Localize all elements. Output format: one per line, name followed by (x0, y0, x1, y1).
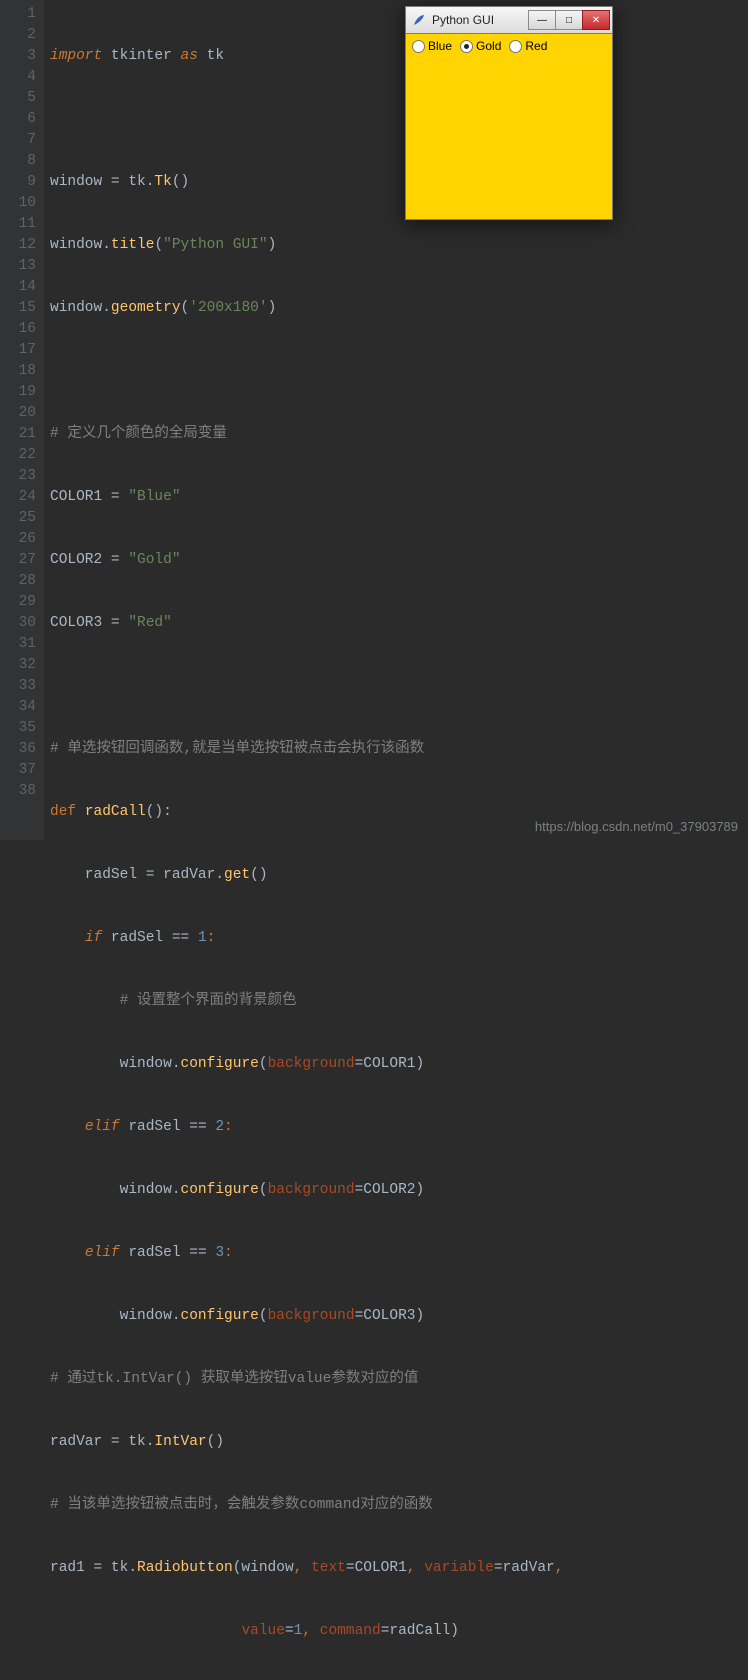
close-button[interactable]: ✕ (582, 10, 610, 30)
radio-indicator-icon (412, 40, 425, 53)
minimize-button[interactable]: — (528, 10, 556, 30)
code-area[interactable]: import tkinter as tk window = tk.Tk() wi… (44, 0, 748, 840)
radio-label: Red (525, 39, 547, 53)
radio-red[interactable]: Red (507, 38, 551, 54)
radio-label: Blue (428, 39, 452, 53)
keyword: import (50, 48, 102, 64)
code-editor[interactable]: 1234567891011121314151617181920212223242… (0, 0, 748, 840)
tk-window[interactable]: Python GUI — □ ✕ Blue Gold Red (405, 6, 613, 220)
titlebar[interactable]: Python GUI — □ ✕ (405, 6, 613, 34)
line-number-gutter: 1234567891011121314151617181920212223242… (0, 0, 44, 840)
radio-indicator-icon (509, 40, 522, 53)
tk-feather-icon (412, 13, 426, 27)
radio-label: Gold (476, 39, 501, 53)
maximize-button[interactable]: □ (555, 10, 583, 30)
radio-indicator-icon (460, 40, 473, 53)
radio-gold[interactable]: Gold (458, 38, 505, 54)
radio-blue[interactable]: Blue (410, 38, 456, 54)
watermark: https://blog.csdn.net/m0_37903789 (535, 819, 738, 834)
client-area: Blue Gold Red (405, 34, 613, 220)
window-title: Python GUI (432, 13, 523, 27)
